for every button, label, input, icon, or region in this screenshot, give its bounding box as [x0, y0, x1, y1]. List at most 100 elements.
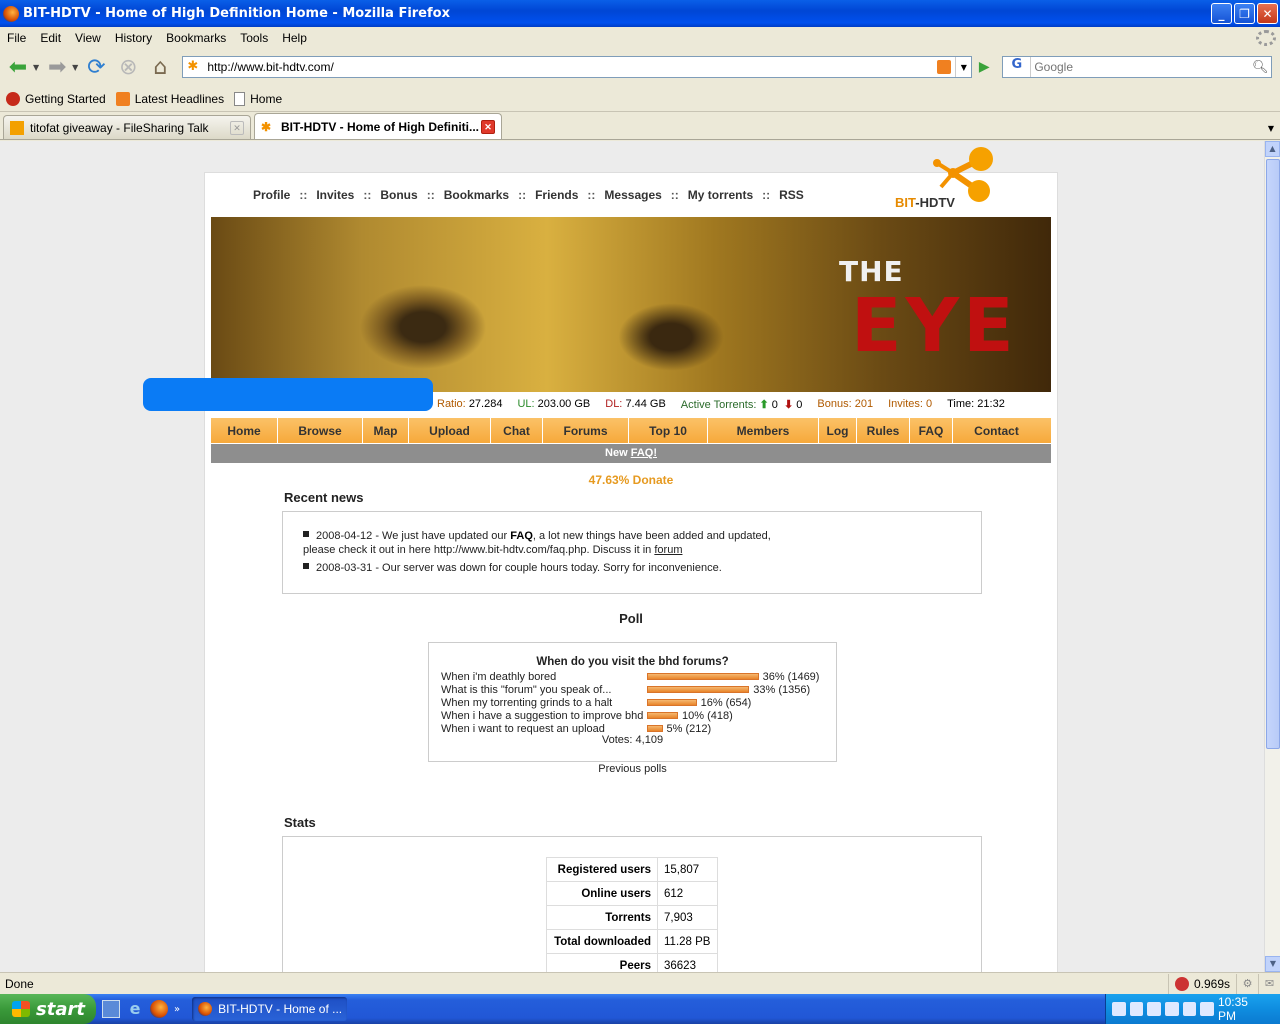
internet-explorer-icon[interactable]: e [126, 1000, 144, 1018]
news-faq-link[interactable]: FAQ [510, 530, 533, 542]
start-button[interactable]: start [0, 994, 96, 1024]
menu-members[interactable]: Members [708, 418, 819, 443]
tab-bit-hdtv[interactable]: ✱ BIT-HDTV - Home of High Definiti... ✕ [254, 113, 502, 139]
menu-forums[interactable]: Forums [543, 418, 629, 443]
firefox-icon [198, 1002, 213, 1016]
scrollbar-thumb[interactable] [1266, 159, 1280, 749]
taskbar-clock: 10:35 PM [1217, 995, 1248, 1023]
reload-icon[interactable]: ⟳ [82, 53, 110, 81]
poll-answer: When i'm deathly bored 36% (1469) [441, 670, 820, 683]
new-faq-link[interactable]: FAQ! [631, 447, 657, 459]
menu-chat[interactable]: Chat [491, 418, 543, 443]
poll-bar [647, 712, 678, 719]
menu-upload[interactable]: Upload [409, 418, 491, 443]
logo-text: BIT-HDTV [895, 195, 955, 210]
list-all-tabs-icon[interactable]: ▼ [1268, 124, 1274, 133]
minimize-button[interactable]: _ [1211, 3, 1232, 24]
table-row: Total downloaded 11.28 PB [546, 929, 718, 954]
window-titlebar: BIT-HDTV - Home of High Definition Home … [0, 0, 1280, 27]
poll-answer: When i have a suggestion to improve bhd 1… [441, 709, 733, 722]
nav-rss[interactable]: RSS [776, 188, 807, 202]
status-text: Done [5, 976, 34, 991]
stop-icon[interactable]: ⊗ [114, 53, 142, 81]
tray-security-icon[interactable] [1200, 1002, 1214, 1016]
forward-icon[interactable]: ➡ [43, 53, 71, 81]
bookmark-home[interactable]: Home [234, 91, 282, 106]
back-history-dropdown[interactable]: ▼ [33, 63, 39, 72]
bookmark-latest-headlines[interactable]: Latest Headlines [115, 91, 224, 106]
stat-time: Time: 21:32 [947, 398, 1005, 410]
menu-browse[interactable]: Browse [278, 418, 363, 443]
tab-close-icon[interactable]: ✕ [230, 120, 244, 135]
poll-question: When do you visit the bhd forums? [536, 656, 729, 668]
nav-friends[interactable]: Friends [532, 188, 581, 202]
site-logo[interactable]: BIT-HDTV [893, 145, 1013, 215]
menu-history[interactable]: History [108, 31, 159, 45]
maximize-button[interactable]: ❐ [1234, 3, 1255, 24]
menu-home[interactable]: Home [211, 418, 278, 443]
url-text[interactable]: http://www.bit-hdtv.com/ [207, 60, 937, 74]
navigation-toolbar: ⬅ ▼ ➡ ▼ ⟳ ⊗ ⌂ ✱ http://www.bit-hdtv.com/… [0, 48, 1280, 86]
tab-close-icon[interactable]: ✕ [481, 119, 495, 134]
tray-media-icon[interactable] [1182, 1002, 1197, 1016]
url-dropdown-icon[interactable]: ▼ [955, 57, 971, 77]
bookmark-getting-started[interactable]: Getting Started [6, 91, 106, 106]
menu-bookmarks[interactable]: Bookmarks [159, 31, 233, 45]
firefox-quicklaunch-icon[interactable] [150, 1000, 168, 1018]
menu-file[interactable]: File [0, 31, 33, 45]
vertical-scrollbar[interactable]: ▲ ▼ [1264, 141, 1280, 972]
show-desktop-icon[interactable] [102, 1000, 120, 1018]
tools-icon[interactable]: ⚙ [1236, 973, 1258, 994]
search-input[interactable] [1031, 58, 1250, 76]
nav-my-torrents[interactable]: My torrents [685, 188, 756, 202]
menu-faq[interactable]: FAQ [910, 418, 953, 443]
poll-votes: Votes: 4,109 [601, 734, 664, 746]
quicklaunch-more-icon[interactable]: » [174, 1004, 180, 1015]
yslow-indicator[interactable]: 0.969s [1167, 973, 1236, 994]
donate-link[interactable]: 47.63% Donate [205, 473, 1057, 487]
stat-invites[interactable]: Invites: 0 [888, 398, 932, 411]
scroll-down-icon[interactable]: ▼ [1265, 956, 1280, 972]
nav-profile[interactable]: Profile [250, 188, 293, 202]
menu-tools[interactable]: Tools [233, 31, 275, 45]
tray-app-icon[interactable] [1147, 1002, 1161, 1016]
tab-filesharing-talk[interactable]: titofat giveaway - FileSharing Talk ✕ [3, 115, 251, 139]
menu-edit[interactable]: Edit [33, 31, 68, 45]
rss-feed-icon[interactable] [937, 60, 952, 74]
tray-volume-icon[interactable] [1164, 1002, 1179, 1016]
news-forum-link[interactable]: forum [654, 544, 682, 556]
stat-download: DL: 7.44 GB [605, 398, 666, 410]
firefox-icon [3, 5, 19, 22]
tray-arrow-icon[interactable] [1112, 1002, 1126, 1016]
stat-bonus[interactable]: Bonus: 201 [817, 398, 873, 411]
nav-bonus[interactable]: Bonus [377, 188, 420, 202]
tray-network-icon[interactable] [1129, 1002, 1144, 1016]
new-faq-bar: New FAQ! [211, 444, 1051, 463]
menu-contact[interactable]: Contact [953, 418, 1040, 443]
nav-messages[interactable]: Messages [601, 188, 664, 202]
search-engine-icon[interactable]: G [1003, 57, 1032, 77]
go-icon[interactable]: ▶ [972, 59, 996, 75]
nav-invites[interactable]: Invites [313, 188, 357, 202]
nav-bookmarks[interactable]: Bookmarks [441, 188, 512, 202]
search-icon[interactable]: 🔍︎ [1249, 60, 1271, 75]
menu-map[interactable]: Map [363, 418, 409, 443]
yslow-icon [1174, 976, 1189, 991]
poll-bar [647, 673, 759, 680]
scroll-up-icon[interactable]: ▲ [1265, 141, 1280, 157]
close-window-button[interactable]: ✕ [1257, 3, 1278, 24]
url-bar[interactable]: ✱ http://www.bit-hdtv.com/ ▼ [182, 56, 973, 78]
menu-rules[interactable]: Rules [857, 418, 910, 443]
forward-history-dropdown[interactable]: ▼ [72, 63, 78, 72]
back-icon[interactable]: ⬅ [4, 53, 32, 81]
menu-help[interactable]: Help [275, 31, 314, 45]
home-icon[interactable]: ⌂ [146, 53, 174, 81]
menu-view[interactable]: View [68, 31, 108, 45]
menu-top10[interactable]: Top 10 [629, 418, 708, 443]
menu-log[interactable]: Log [819, 418, 857, 443]
previous-polls-link[interactable]: Previous polls [428, 763, 837, 775]
mail-icon[interactable]: ✉ [1258, 973, 1280, 994]
taskbar-firefox-window[interactable]: BIT-HDTV - Home of ... [192, 997, 348, 1021]
stat-ratio: Ratio: 27.284 [437, 398, 503, 410]
bullet-icon [303, 563, 309, 569]
